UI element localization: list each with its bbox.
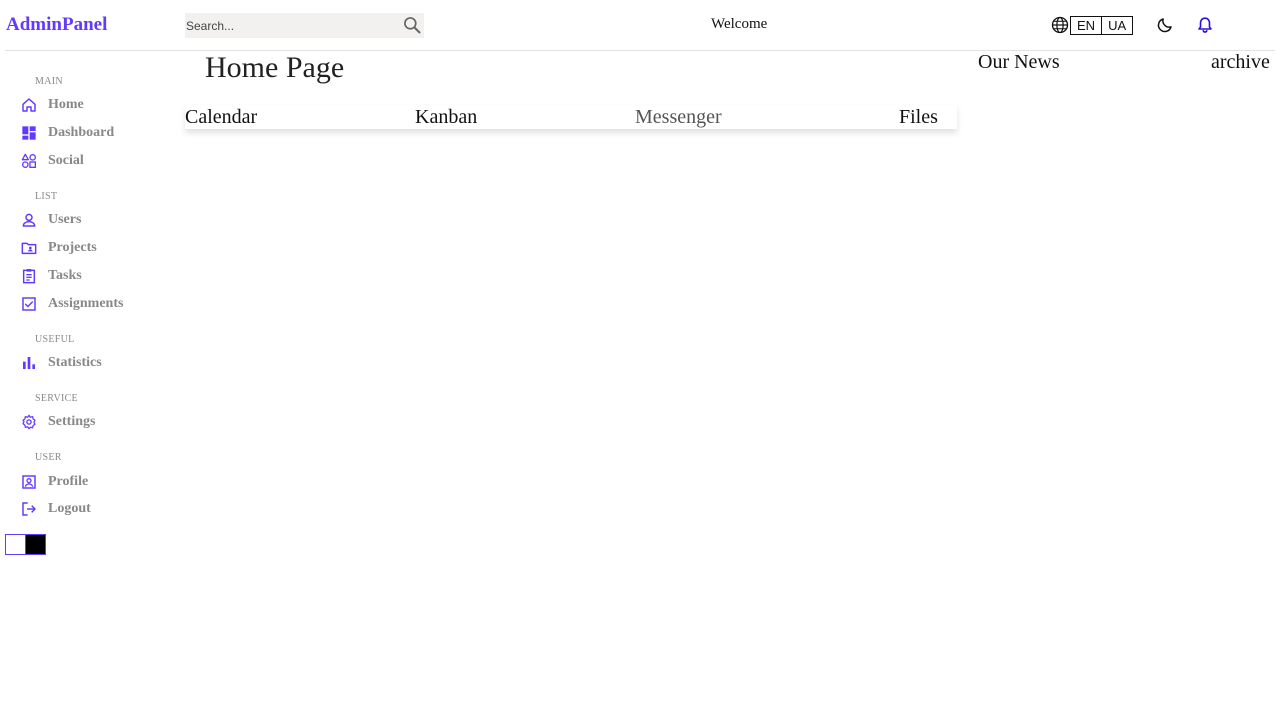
app-link-kanban[interactable]: Kanban: [415, 105, 477, 129]
sidebar-item-label: Users: [48, 212, 82, 227]
page-title: Home Page: [205, 51, 345, 84]
news-title: Our News: [978, 51, 1060, 73]
checkbox-icon: [20, 295, 38, 313]
sidebar-item-label: Statistics: [48, 355, 102, 370]
folder-icon: [20, 239, 38, 257]
sidebar-item-users[interactable]: Users: [20, 210, 81, 230]
dashboard-icon: [20, 124, 38, 142]
sidebar-item-statistics[interactable]: Statistics: [20, 353, 102, 373]
sidebar-item-label: Profile: [48, 474, 89, 489]
sidebar-section-user: USER: [35, 452, 62, 463]
profile-icon: [20, 473, 38, 491]
sidebar-item-label: Tasks: [48, 268, 82, 283]
language-ua-button[interactable]: UA: [1101, 16, 1134, 35]
globe-icon: [1051, 16, 1069, 34]
sidebar-item-dashboard[interactable]: Dashboard: [20, 123, 114, 143]
app-link-messenger[interactable]: Messenger: [635, 105, 722, 129]
light-theme-swatch[interactable]: [5, 534, 26, 555]
logo[interactable]: AdminPanel: [6, 14, 107, 36]
user-icon: [20, 211, 38, 229]
sidebar-item-label: Settings: [48, 414, 96, 429]
language-switcher: EN UA: [1070, 16, 1134, 35]
logout-icon: [20, 500, 38, 518]
language-en-button[interactable]: EN: [1070, 16, 1103, 35]
gear-icon: [20, 413, 38, 431]
sidebar-item-assignments[interactable]: Assignments: [20, 294, 123, 314]
bell-icon[interactable]: [1197, 16, 1213, 34]
app-link-calendar[interactable]: Calendar: [185, 105, 257, 129]
dark-theme-swatch[interactable]: [25, 534, 46, 555]
sidebar-item-tasks[interactable]: Tasks: [20, 266, 82, 286]
sidebar-item-home[interactable]: Home: [20, 95, 84, 115]
sidebar-item-label: Assignments: [48, 296, 124, 311]
sidebar-section-useful: USEFUL: [35, 334, 75, 345]
sidebar-item-label: Projects: [48, 240, 97, 255]
search-bar: [185, 13, 424, 38]
sidebar-item-label: Home: [48, 97, 84, 112]
sidebar-section-main: MAIN: [35, 76, 63, 87]
welcome-text: Welcome: [711, 16, 768, 32]
sidebar-item-label: Dashboard: [48, 125, 115, 140]
sidebar-item-settings[interactable]: Settings: [20, 412, 95, 432]
header-divider: [5, 50, 1275, 51]
sidebar-item-label: Logout: [48, 501, 91, 516]
moon-icon[interactable]: [1156, 16, 1174, 34]
sidebar-item-profile[interactable]: Profile: [20, 472, 88, 492]
bar-chart-icon: [20, 354, 38, 372]
search-icon[interactable]: [402, 15, 422, 35]
apps-bar: Calendar Kanban Messenger Files: [185, 105, 957, 129]
sidebar-section-list: LIST: [35, 191, 58, 202]
search-input[interactable]: [185, 13, 395, 38]
theme-switcher: [5, 534, 46, 555]
clipboard-icon: [20, 267, 38, 285]
sidebar-section-service: SERVICE: [35, 393, 78, 404]
archive-link[interactable]: archive: [1211, 51, 1270, 74]
sidebar-item-social[interactable]: Social: [20, 151, 84, 171]
home-icon: [20, 96, 38, 114]
app-link-files[interactable]: Files: [899, 105, 938, 129]
sidebar-item-projects[interactable]: Projects: [20, 238, 97, 258]
sidebar-item-logout[interactable]: Logout: [20, 499, 91, 519]
sidebar-item-label: Social: [48, 153, 84, 168]
category-icon: [20, 152, 38, 170]
